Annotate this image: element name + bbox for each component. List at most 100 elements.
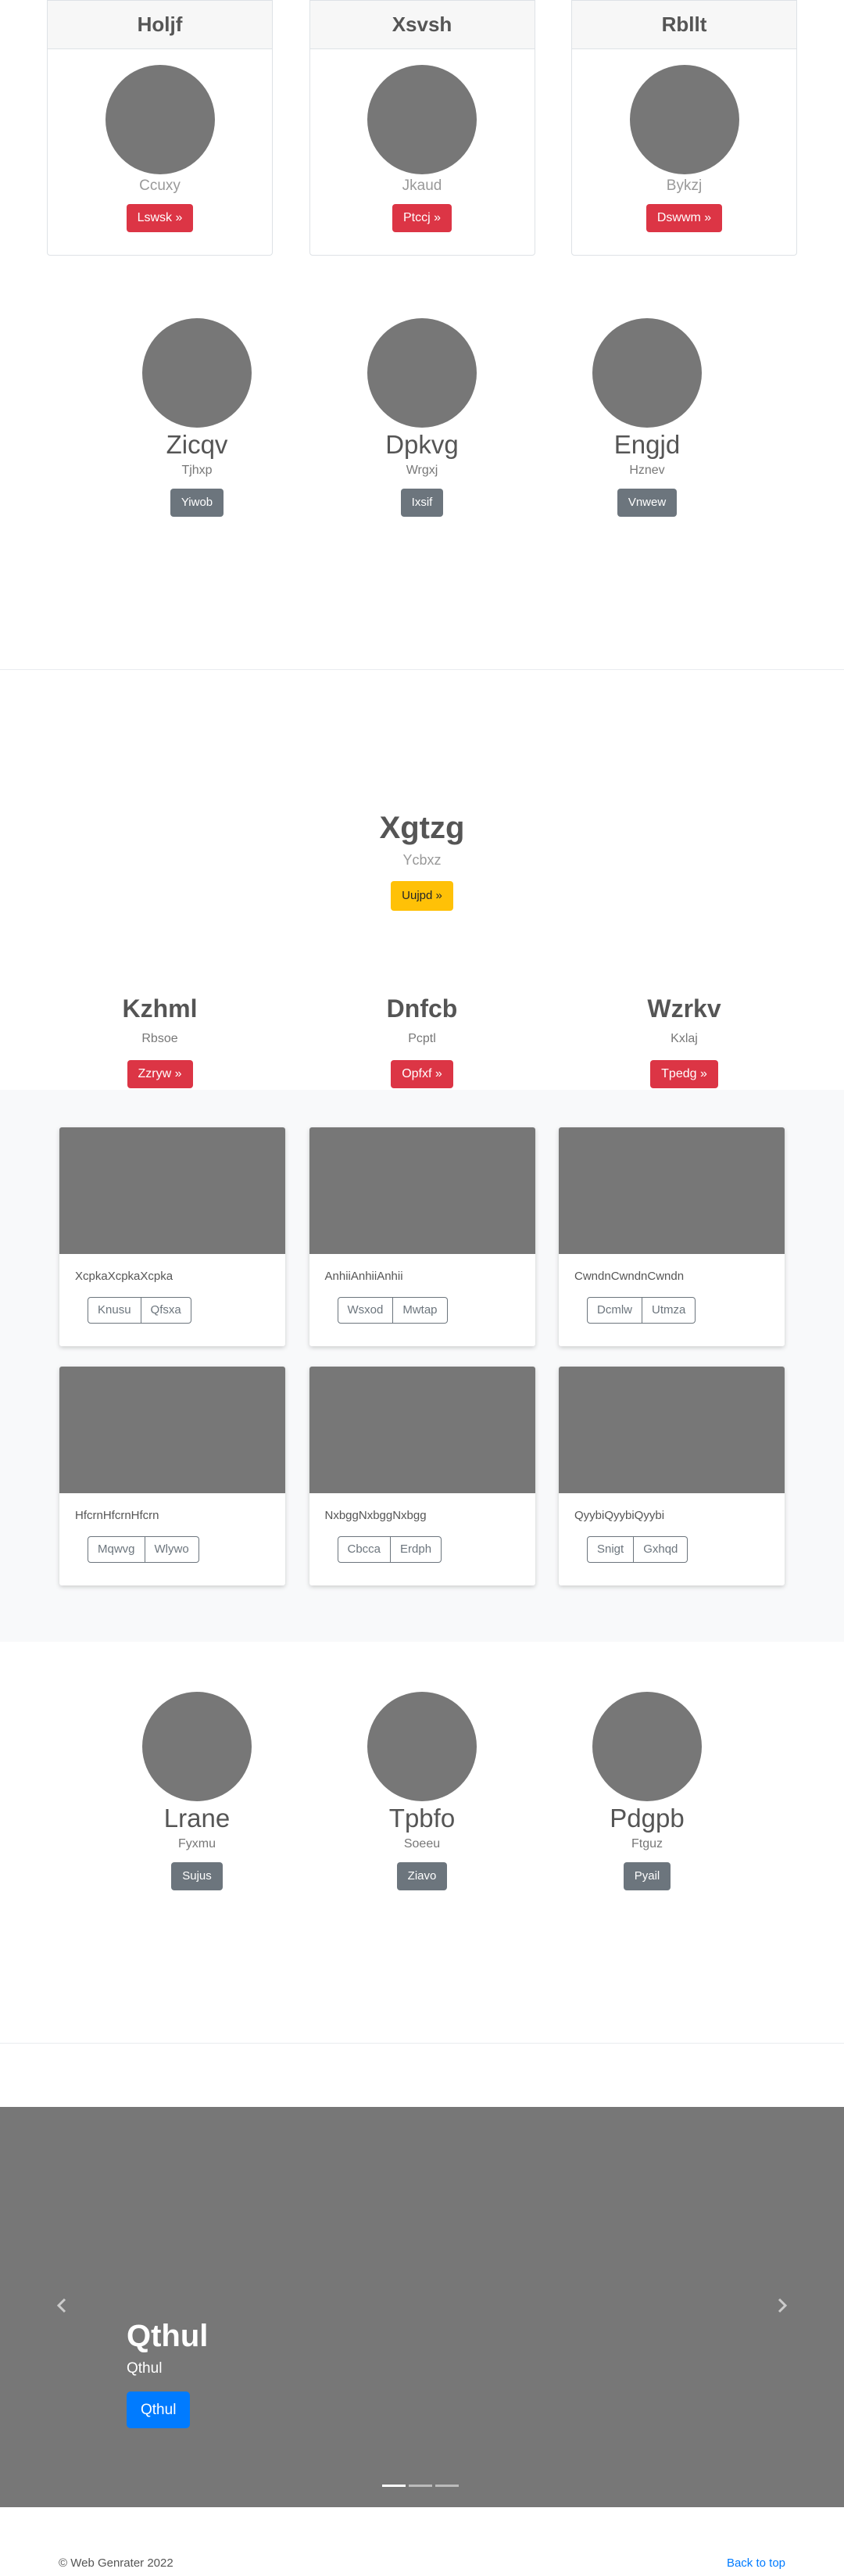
album-card-button[interactable]: Mwtap [393,1297,448,1324]
album-card: CwndnCwndnCwndn Dcmlw Utmza [559,1127,785,1346]
placeholder-thumbnail [59,1127,285,1254]
placeholder-thumbnail [559,1127,785,1254]
hero-title: Xgtzg [379,811,465,845]
album-card-button[interactable]: Erdph [391,1536,442,1563]
marketing-button[interactable]: Sujus [171,1862,223,1890]
carousel-indicator[interactable] [435,2485,459,2487]
marketing-button[interactable]: Vnwew [617,489,678,517]
album-card-text: QyybiQyybiQyybi [574,1509,665,1522]
album-card-button[interactable]: Knusu [88,1297,141,1324]
feature-button[interactable]: Zzryw » [127,1060,193,1088]
chevron-left-icon[interactable] [52,2295,73,2316]
feature-column: Wzrkv Kxlaj Tpedg » [571,991,797,1088]
pricing-card-subtitle: Ccuxy [139,177,181,194]
carousel-indicator[interactable] [409,2485,432,2487]
album-card-text: CwndnCwndnCwndn [574,1270,685,1283]
album-card: XcpkaXcpkaXcpka Knusu Qfsxa [59,1127,285,1346]
marketing-button[interactable]: Ziavo [396,1862,448,1890]
album-card-button[interactable]: Mqwvg [88,1536,145,1563]
album-card: AnhiiAnhiiAnhii Wsxod Mwtap [309,1127,535,1346]
footer-copyright: © Web Genrater 2022 [59,2556,173,2570]
marketing-text: Hznev [629,464,665,477]
album-card-button-group: Snigt Gxhqd [587,1536,688,1563]
pricing-card-subtitle: Jkaud [402,177,442,194]
marketing-column: Lrane Fyxmu Sujus [84,1692,309,1890]
placeholder-thumbnail [309,1127,535,1254]
placeholder-thumbnail [59,1367,285,1493]
album-card-text: AnhiiAnhiiAnhii [324,1270,403,1283]
pricing-card-button[interactable]: Ptccj » [392,204,452,232]
placeholder-circle-image [629,65,739,174]
album-card-button[interactable]: Snigt [587,1536,635,1563]
placeholder-thumbnail [309,1367,535,1493]
feature-heading: Kzhml [122,994,198,1023]
pricing-card-title: Xsvsh [392,13,452,36]
carousel-caption: Qthul Qthul Qthul [127,2316,208,2428]
pricing-card-button[interactable]: Lswsk » [126,204,194,232]
feature-button[interactable]: Opfxf » [391,1060,453,1088]
album-card-text: HfcrnHfcrnHfcrn [75,1509,159,1522]
album-card-button[interactable]: Wlywo [145,1536,199,1563]
album-card-button[interactable]: Qfsxa [141,1297,191,1324]
pricing-card: Xsvsh Jkaud Ptccj » [309,0,535,256]
album-card-button-group: Cbcca Erdph [337,1536,442,1563]
album-card-button[interactable]: Cbcca [337,1536,392,1563]
album-card-button[interactable]: Dcmlw [587,1297,642,1324]
pricing-card: Rbllt Bykzj Dswwm » [571,0,797,256]
pricing-card-title: Holjf [137,13,183,36]
hero-subtitle: Ycbxz [402,852,442,868]
album-card-button[interactable]: Gxhqd [634,1536,688,1563]
marketing-heading: Dpkvg [385,430,459,459]
album-card-text: NxbggNxbggNxbgg [324,1509,427,1522]
album-card-button[interactable]: Utmza [642,1297,696,1324]
marketing-heading: Pdgpb [610,1804,685,1833]
feature-column: Kzhml Rbsoe Zzryw » [47,991,273,1088]
placeholder-circle-image [367,1692,477,1801]
feature-heading: Wzrkv [647,994,721,1023]
feature-text: Rbsoe [141,1032,178,1045]
marketing-button[interactable]: Ixsif [400,489,444,517]
feature-text: Pcptl [408,1032,436,1045]
placeholder-circle-image [592,318,702,428]
marketing-heading: Tpbfo [388,1804,456,1833]
section-divider [0,669,844,670]
album-card: QyybiQyybiQyybi Snigt Gxhqd [559,1367,785,1585]
marketing-column: Pdgpb Ftguz Pyail [535,1692,760,1890]
marketing-button[interactable]: Pyail [623,1862,671,1890]
marketing-heading: Lrane [163,1804,231,1833]
marketing-text: Tjhxp [181,464,213,477]
carousel-indicator[interactable] [382,2485,406,2487]
features-section: Kzhml Rbsoe Zzryw » Dnfcb Pcptl Opfxf » … [0,991,844,1088]
carousel-subtitle: Qthul [127,2360,163,2377]
album-card-text: XcpkaXcpkaXcpka [75,1270,173,1283]
marketing-column: Tpbfo Soeeu Ziavo [309,1692,535,1890]
album-card-button[interactable]: Wsxod [337,1297,394,1324]
back-to-top-link[interactable]: Back to top [727,2556,785,2570]
pricing-card: Holjf Ccuxy Lswsk » [47,0,273,256]
marketing-text: Wrgxj [406,464,438,477]
pricing-card-header: Holjf [48,1,272,49]
album-card: HfcrnHfcrnHfcrn Mqwvg Wlywo [59,1367,285,1585]
chevron-right-icon[interactable] [771,2295,792,2316]
album-card-button-group: Knusu Qfsxa [88,1297,191,1324]
marketing-section: Zicqv Tjhxp Yiwob Dpkvg Wrgxj Ixsif Engj… [0,318,844,517]
feature-heading: Dnfcb [386,994,458,1023]
marketing-column: Zicqv Tjhxp Yiwob [84,318,309,517]
marketing-button[interactable]: Yiwob [170,489,224,517]
pricing-card-title: Rbllt [661,13,707,36]
hero-button[interactable]: Uujpd » [391,881,453,911]
album-card-button-group: Dcmlw Utmza [587,1297,696,1324]
pricing-section: Holjf Ccuxy Lswsk » Xsvsh Jkaud Ptccj » … [0,0,844,256]
album-section: XcpkaXcpkaXcpka Knusu Qfsxa AnhiiAnhiiAn… [0,1090,844,1642]
placeholder-circle-image [592,1692,702,1801]
placeholder-circle-image [367,318,477,428]
pricing-card-button[interactable]: Dswwm » [646,204,723,232]
marketing-text: Ftguz [631,1837,663,1850]
marketing-text: Soeeu [403,1837,441,1850]
pricing-card-header: Rbllt [572,1,796,49]
placeholder-circle-image [142,1692,252,1801]
feature-button[interactable]: Tpedg » [650,1060,718,1088]
marketing-text: Fyxmu [178,1837,216,1850]
carousel-button[interactable]: Qthul [127,2391,191,2428]
pricing-card-subtitle: Bykzj [666,177,703,194]
